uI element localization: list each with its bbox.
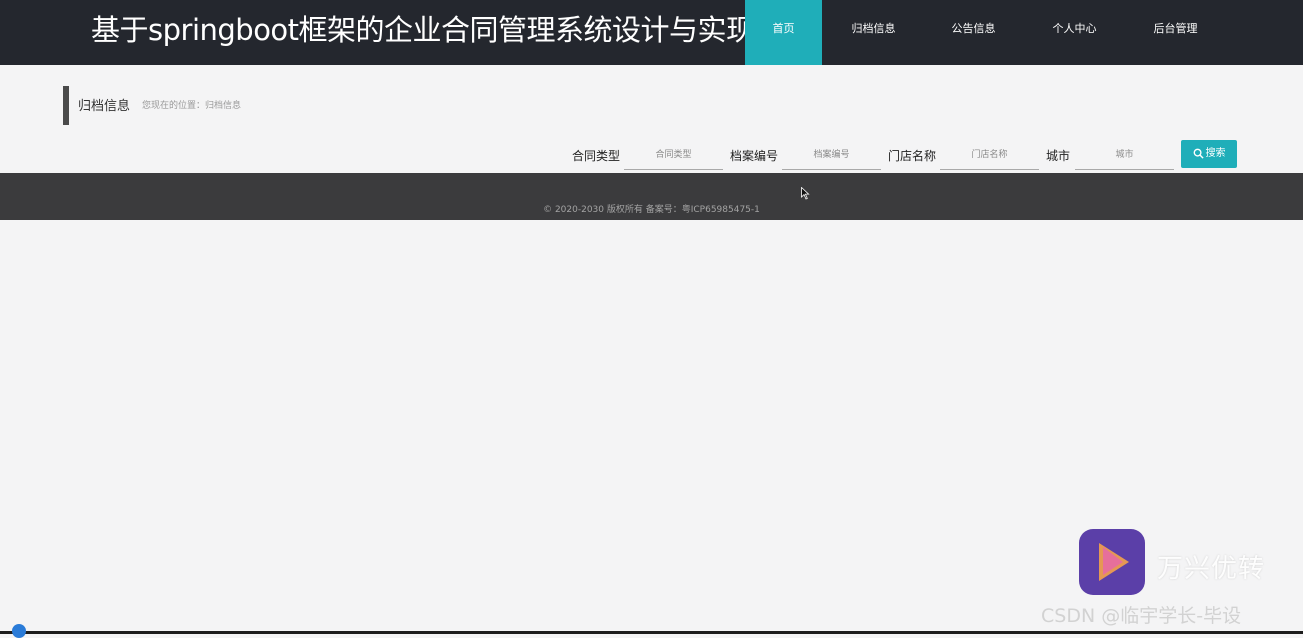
search-icon — [1193, 148, 1204, 159]
archive-number-label: 档案编号 — [730, 149, 779, 163]
nav-item-profile[interactable]: 个人中心 — [1022, 0, 1127, 65]
breadcrumb: 您现在的位置：归档信息 — [142, 101, 242, 111]
top-header: 基于springboot框架的企业合同管理系统设计与实现 首页 归档信息 公告信… — [0, 0, 1303, 65]
main-nav: 首页 归档信息 公告信息 个人中心 后台管理 — [745, 0, 1224, 65]
search-form: 合同类型 档案编号 门店名称 城市 搜索 — [0, 140, 1303, 172]
footer: © 2020-2030 版权所有 备案号：粤ICP65985475-1 — [0, 173, 1303, 220]
city-input[interactable] — [1075, 140, 1174, 170]
city-label: 城市 — [1046, 149, 1071, 163]
contract-type-input[interactable] — [624, 140, 723, 170]
video-progress-handle[interactable] — [12, 624, 26, 638]
watermark-source: CSDN @临宇学长-毕设 — [1041, 605, 1242, 627]
contract-type-label: 合同类型 — [572, 149, 621, 163]
archive-number-input[interactable] — [782, 140, 881, 170]
search-button-label: 搜索 — [1205, 148, 1226, 159]
nav-item-archive[interactable]: 归档信息 — [822, 0, 925, 65]
breadcrumb-accent-bar — [63, 86, 69, 125]
nav-item-notice[interactable]: 公告信息 — [925, 0, 1022, 65]
watermark-app-logo-icon — [1079, 529, 1145, 595]
store-name-label: 门店名称 — [888, 149, 937, 163]
nav-item-admin[interactable]: 后台管理 — [1127, 0, 1224, 65]
copyright-text: © 2020-2030 版权所有 备案号：粤ICP65985475-1 — [543, 205, 760, 215]
nav-item-home[interactable]: 首页 — [745, 0, 822, 65]
mouse-cursor-icon — [801, 187, 810, 200]
page-title: 归档信息 — [78, 99, 131, 114]
search-button[interactable]: 搜索 — [1181, 140, 1237, 168]
site-title: 基于springboot框架的企业合同管理系统设计与实现 — [91, 13, 755, 47]
watermark-app-name: 万兴优转 — [1157, 554, 1266, 584]
store-name-input[interactable] — [940, 140, 1039, 170]
